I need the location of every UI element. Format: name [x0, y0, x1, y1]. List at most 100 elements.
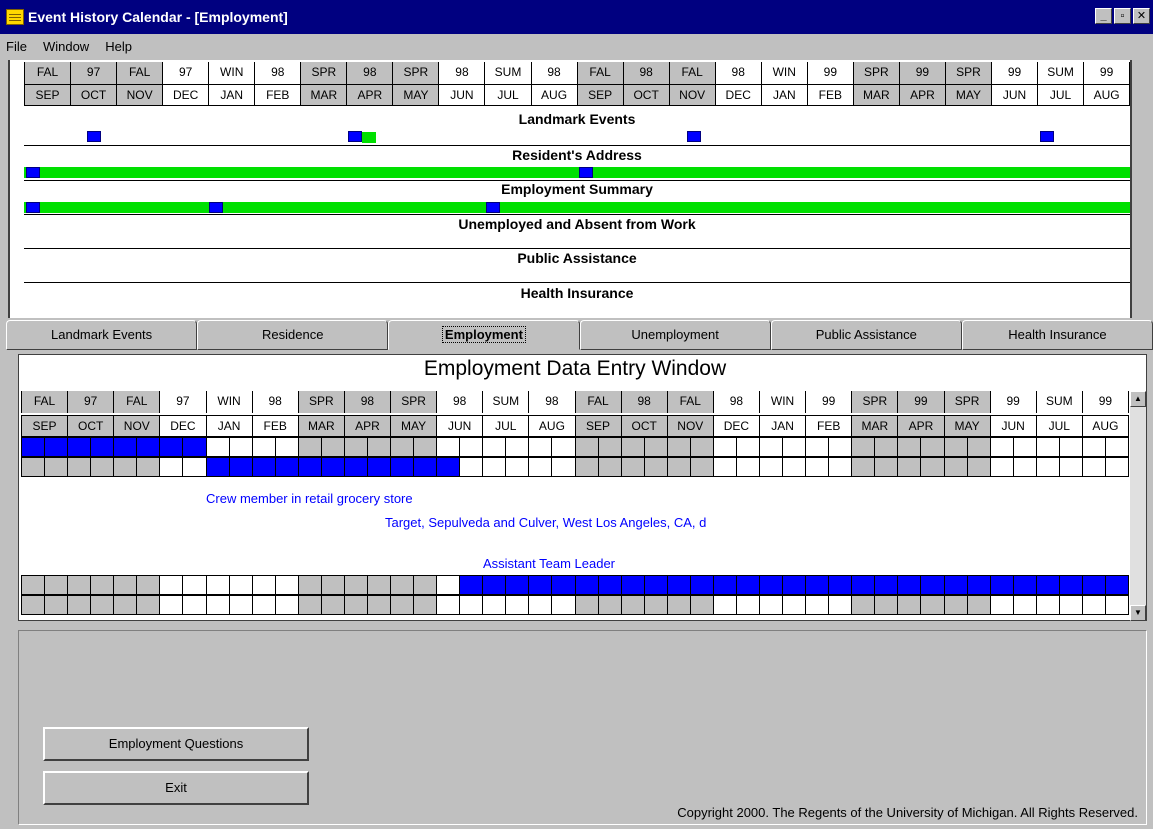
half-month-cell[interactable] — [967, 575, 991, 595]
landmark-marker[interactable] — [1040, 131, 1054, 142]
half-month-cell[interactable] — [783, 457, 807, 477]
close-button[interactable]: ✕ — [1133, 8, 1150, 24]
half-month-cell[interactable] — [437, 595, 461, 615]
half-month-cell[interactable] — [921, 575, 945, 595]
half-month-cell[interactable] — [1013, 595, 1037, 615]
half-month-cell[interactable] — [68, 437, 92, 457]
half-month-cell[interactable] — [1036, 437, 1060, 457]
half-month-cell[interactable] — [1082, 457, 1106, 477]
half-month-cell[interactable] — [875, 437, 899, 457]
half-month-cell[interactable] — [252, 457, 276, 477]
half-month-cell[interactable] — [1013, 575, 1037, 595]
half-month-cell[interactable] — [736, 457, 760, 477]
half-month-cell[interactable] — [275, 457, 299, 477]
half-month-cell[interactable] — [321, 437, 345, 457]
half-month-cell[interactable] — [829, 575, 853, 595]
half-month-cell[interactable] — [806, 595, 830, 615]
half-month-cell[interactable] — [252, 575, 276, 595]
half-month-cell[interactable] — [114, 595, 138, 615]
half-month-cell[interactable] — [783, 575, 807, 595]
half-month-cell[interactable] — [552, 457, 576, 477]
half-month-cell[interactable] — [621, 595, 645, 615]
half-month-cell[interactable] — [137, 595, 161, 615]
half-month-cell[interactable] — [552, 575, 576, 595]
menu-window[interactable]: Window — [43, 39, 89, 54]
half-month-cell[interactable] — [506, 457, 530, 477]
landmark-marker[interactable] — [687, 131, 701, 142]
landmark-marker[interactable] — [348, 131, 362, 142]
half-month-cell[interactable] — [114, 437, 138, 457]
half-month-cell[interactable] — [91, 457, 115, 477]
half-month-cell[interactable] — [437, 575, 461, 595]
half-month-cell[interactable] — [206, 457, 230, 477]
half-month-cell[interactable] — [229, 437, 253, 457]
half-month-cell[interactable] — [483, 595, 507, 615]
half-month-cell[interactable] — [21, 595, 46, 615]
employment-marker[interactable] — [26, 202, 40, 213]
residence-marker[interactable] — [26, 167, 40, 178]
half-month-cell[interactable] — [621, 437, 645, 457]
half-month-cell[interactable] — [483, 457, 507, 477]
half-month-cell[interactable] — [852, 575, 876, 595]
half-month-cell[interactable] — [806, 437, 830, 457]
half-month-cell[interactable] — [45, 457, 69, 477]
half-month-cell[interactable] — [45, 575, 69, 595]
half-month-cell[interactable] — [990, 437, 1014, 457]
half-month-cell[interactable] — [621, 575, 645, 595]
half-month-cell[interactable] — [760, 595, 784, 615]
menu-file[interactable]: File — [6, 39, 27, 54]
half-month-cell[interactable] — [137, 437, 161, 457]
half-month-cell[interactable] — [967, 437, 991, 457]
half-month-cell[interactable] — [367, 595, 391, 615]
half-month-cell[interactable] — [298, 575, 322, 595]
half-month-cell[interactable] — [91, 575, 115, 595]
job2-month-grid-bottom[interactable] — [21, 595, 1129, 615]
half-month-cell[interactable] — [1013, 437, 1037, 457]
half-month-cell[interactable] — [344, 437, 368, 457]
half-month-cell[interactable] — [690, 595, 714, 615]
scroll-down-icon[interactable]: ▼ — [1130, 605, 1146, 621]
half-month-cell[interactable] — [252, 437, 276, 457]
half-month-cell[interactable] — [898, 437, 922, 457]
half-month-cell[interactable] — [414, 595, 438, 615]
half-month-cell[interactable] — [367, 457, 391, 477]
half-month-cell[interactable] — [460, 457, 484, 477]
job-title-text[interactable]: Crew member in retail grocery store — [206, 491, 413, 506]
half-month-cell[interactable] — [1059, 457, 1083, 477]
half-month-cell[interactable] — [644, 437, 668, 457]
half-month-cell[interactable] — [667, 457, 691, 477]
half-month-cell[interactable] — [68, 457, 92, 477]
half-month-cell[interactable] — [45, 437, 69, 457]
tab-employment[interactable]: Employment — [388, 320, 580, 350]
half-month-cell[interactable] — [298, 457, 322, 477]
employment-questions-button[interactable]: Employment Questions — [43, 727, 309, 761]
half-month-cell[interactable] — [529, 457, 553, 477]
half-month-cell[interactable] — [783, 595, 807, 615]
half-month-cell[interactable] — [321, 575, 345, 595]
half-month-cell[interactable] — [690, 575, 714, 595]
half-month-cell[interactable] — [690, 437, 714, 457]
half-month-cell[interactable] — [875, 595, 899, 615]
half-month-cell[interactable] — [898, 575, 922, 595]
half-month-cell[interactable] — [552, 437, 576, 457]
half-month-cell[interactable] — [644, 595, 668, 615]
half-month-cell[interactable] — [1105, 575, 1129, 595]
half-month-cell[interactable] — [644, 575, 668, 595]
half-month-cell[interactable] — [944, 595, 968, 615]
half-month-cell[interactable] — [575, 595, 599, 615]
half-month-cell[interactable] — [806, 457, 830, 477]
tab-landmark-events[interactable]: Landmark Events — [6, 320, 198, 350]
vertical-scrollbar[interactable]: ▲ ▼ — [1130, 391, 1146, 621]
half-month-cell[interactable] — [391, 575, 415, 595]
job1-month-grid-top[interactable] — [21, 437, 1129, 457]
half-month-cell[interactable] — [990, 575, 1014, 595]
half-month-cell[interactable] — [206, 595, 230, 615]
half-month-cell[interactable] — [275, 575, 299, 595]
half-month-cell[interactable] — [252, 595, 276, 615]
half-month-cell[interactable] — [713, 595, 737, 615]
half-month-cell[interactable] — [690, 457, 714, 477]
tab-health-insurance[interactable]: Health Insurance — [961, 320, 1153, 350]
half-month-cell[interactable] — [644, 457, 668, 477]
half-month-cell[interactable] — [783, 437, 807, 457]
half-month-cell[interactable] — [460, 595, 484, 615]
